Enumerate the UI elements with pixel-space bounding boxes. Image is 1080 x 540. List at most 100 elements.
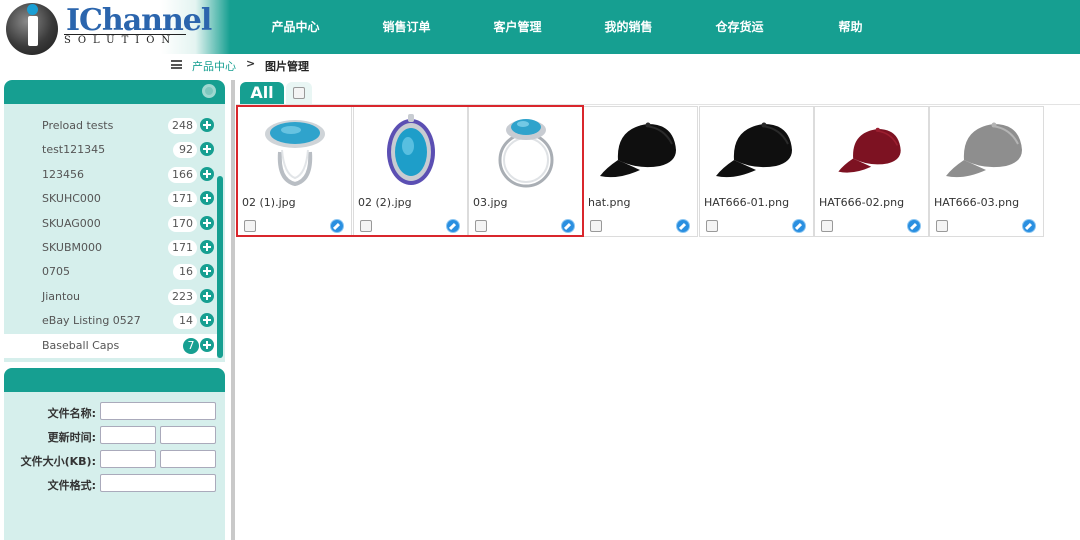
group-row[interactable]: Preload tests 248 (4, 114, 217, 138)
image-thumbnail[interactable] (819, 110, 925, 190)
sidebar-scrollbar[interactable] (217, 176, 223, 358)
edit-icon[interactable] (676, 219, 690, 233)
plus-circle-icon[interactable] (200, 313, 214, 327)
group-count-badge: 7 (183, 338, 199, 354)
breadcrumb-current: 图片管理 (265, 60, 309, 73)
nav-sales-orders[interactable]: 销售订单 (351, 0, 462, 54)
edit-icon[interactable] (330, 219, 344, 233)
image-select-checkbox[interactable] (244, 220, 256, 232)
logo-dot-icon (27, 4, 38, 15)
group-name: 0705 (42, 265, 70, 278)
select-all-tab (286, 82, 312, 104)
breadcrumb-parent-link[interactable]: 产品中心 (192, 58, 236, 74)
breadcrumb (0, 54, 1080, 76)
nav-warehouse-shipping[interactable]: 仓存货运 (684, 0, 795, 54)
logo[interactable]: IChannel SOLUTION (0, 0, 230, 55)
image-select-checkbox[interactable] (706, 220, 718, 232)
file-format-label: 文件格式: (47, 479, 96, 492)
group-row[interactable]: test121345 92 (4, 138, 217, 162)
file-size-max-input[interactable] (160, 450, 216, 468)
plus-circle-icon[interactable] (200, 264, 214, 278)
image-filename: 02 (1).jpg (242, 196, 296, 209)
image-card[interactable]: HAT666-02.png (814, 106, 929, 237)
image-thumbnail[interactable] (704, 110, 810, 190)
group-row[interactable]: Jiantou 223 (4, 285, 217, 309)
plus-circle-icon[interactable] (200, 118, 214, 132)
group-count-badge: 14 (173, 313, 197, 329)
image-select-checkbox[interactable] (821, 220, 833, 232)
update-time-to-input[interactable] (160, 426, 216, 444)
image-filename: 02 (2).jpg (358, 196, 412, 209)
group-row[interactable]: 123456 166 (4, 163, 217, 187)
top-header: IChannel SOLUTION 产品中心 销售订单 客户管理 我的销售 仓存… (0, 0, 1080, 55)
plus-circle-icon[interactable] (200, 338, 214, 352)
nav-help[interactable]: 帮助 (795, 0, 906, 54)
edit-icon[interactable] (907, 219, 921, 233)
group-row[interactable]: eBay Listing 0527 14 (4, 309, 217, 333)
gear-icon[interactable] (202, 84, 216, 98)
group-list-header (4, 80, 225, 104)
image-thumbnail[interactable] (358, 110, 464, 190)
breadcrumb-separator: > (246, 57, 256, 70)
edit-icon[interactable] (792, 219, 806, 233)
plus-circle-icon[interactable] (200, 289, 214, 303)
sidebar: Preload tests 248 test121345 92 123456 166 SKU… (4, 80, 225, 540)
image-select-checkbox[interactable] (360, 220, 372, 232)
logo-wordmark: IChannel (66, 3, 212, 38)
file-size-min-input[interactable] (100, 450, 156, 468)
group-count-badge: 248 (168, 118, 197, 134)
select-all-checkbox[interactable] (293, 87, 305, 99)
image-card[interactable]: 02 (1).jpg (237, 106, 352, 237)
image-filename: 03.jpg (473, 196, 508, 209)
image-card[interactable]: hat.png (583, 106, 698, 237)
update-time-from-input[interactable] (100, 426, 156, 444)
panel-divider[interactable] (231, 80, 235, 540)
filter-panel-header (4, 368, 225, 392)
main-nav: 产品中心 销售订单 客户管理 我的销售 仓存货运 帮助 (240, 0, 906, 54)
image-card[interactable]: 03.jpg (468, 106, 583, 237)
group-row[interactable]: Baseball Caps 7 (4, 334, 217, 358)
image-filename: hat.png (588, 196, 631, 209)
edit-icon[interactable] (446, 219, 460, 233)
group-count-badge: 166 (168, 167, 197, 183)
plus-circle-icon[interactable] (200, 216, 214, 230)
image-select-checkbox[interactable] (590, 220, 602, 232)
file-name-input[interactable] (100, 402, 216, 420)
group-name: Jiantou (42, 290, 81, 303)
image-thumbnail[interactable] (473, 110, 579, 190)
image-card[interactable]: 02 (2).jpg (353, 106, 468, 237)
edit-icon[interactable] (1022, 219, 1036, 233)
tab-all[interactable]: All (240, 82, 284, 104)
group-row[interactable]: SKUAG000 170 (4, 212, 217, 236)
image-thumbnail[interactable] (934, 110, 1040, 190)
plus-circle-icon[interactable] (200, 240, 214, 254)
file-size-label: 文件大小(KB): (20, 455, 96, 468)
group-row[interactable]: 0705 16 (4, 260, 217, 284)
image-thumbnail[interactable] (588, 110, 694, 190)
group-name: 123456 (42, 168, 84, 181)
edit-icon[interactable] (561, 219, 575, 233)
image-select-checkbox[interactable] (936, 220, 948, 232)
group-count-badge: 170 (168, 216, 197, 232)
file-format-input[interactable] (100, 474, 216, 492)
hamburger-menu-icon[interactable] (171, 60, 182, 69)
nav-my-sales[interactable]: 我的销售 (573, 0, 684, 54)
image-select-checkbox[interactable] (475, 220, 487, 232)
plus-circle-icon[interactable] (200, 191, 214, 205)
image-thumbnail[interactable] (242, 110, 348, 190)
group-name: test121345 (42, 143, 106, 156)
group-count-badge: 223 (168, 289, 197, 305)
nav-customer-management[interactable]: 客户管理 (462, 0, 573, 54)
nav-product-center[interactable]: 产品中心 (240, 0, 351, 54)
group-row[interactable]: SKUBM000 171 (4, 236, 217, 260)
group-name: SKUHC000 (42, 192, 101, 205)
image-card[interactable]: HAT666-03.png (929, 106, 1044, 237)
image-filename: HAT666-02.png (819, 196, 905, 209)
group-count-badge: 16 (173, 264, 197, 280)
plus-circle-icon[interactable] (200, 142, 214, 156)
group-name: SKUBM000 (42, 241, 102, 254)
plus-circle-icon[interactable] (200, 167, 214, 181)
group-name: SKUAG000 (42, 217, 101, 230)
image-card[interactable]: HAT666-01.png (699, 106, 814, 237)
group-row[interactable]: SKUHC000 171 (4, 187, 217, 211)
